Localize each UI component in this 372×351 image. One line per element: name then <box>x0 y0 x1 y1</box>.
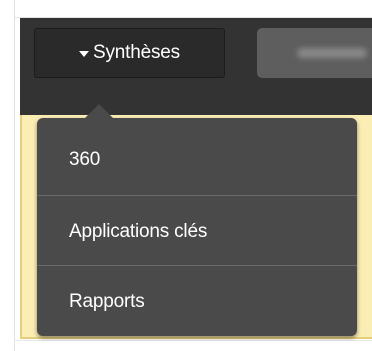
frame-left-border <box>14 0 15 351</box>
dropdown-item-label: Applications clés <box>69 221 208 242</box>
caret-down-icon <box>79 51 90 57</box>
blurred-text <box>297 48 367 58</box>
syntheses-menu-button[interactable]: Synthèses <box>34 28 225 78</box>
dropdown-item-applications-cles[interactable]: Applications clés <box>37 196 357 268</box>
frame-bottom-border <box>14 340 372 341</box>
dropdown-item-rapports[interactable]: Rapports <box>37 266 357 338</box>
dropdown-item-label: 360 <box>69 149 101 170</box>
dropdown-item-label: Rapports <box>69 291 145 312</box>
dropdown-pointer-arrow <box>85 104 113 118</box>
syntheses-dropdown-menu: 360 Applications clés Rapports <box>37 104 357 338</box>
top-navbar: Synthèses <box>20 18 372 115</box>
syntheses-menu-label: Synthèses <box>93 42 180 63</box>
blurred-nav-tab[interactable] <box>257 28 372 78</box>
screenshot-canvas: Synthèses 360 Applications clés Rapports <box>0 0 372 351</box>
dropdown-item-360[interactable]: 360 <box>37 124 357 196</box>
